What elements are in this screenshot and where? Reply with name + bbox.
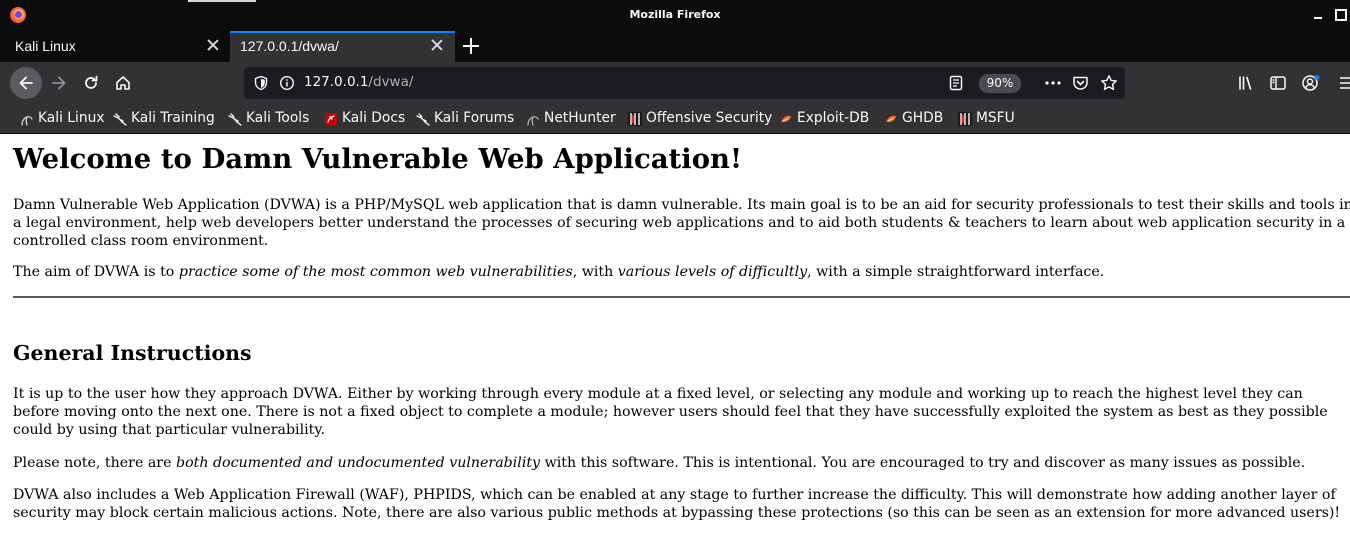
bookmark-label: Kali Training — [131, 110, 215, 126]
bookmark-label: GHDB — [902, 110, 944, 126]
aim-paragraph: The aim of DVWA is to practice some of t… — [13, 263, 1350, 281]
tab-label: Kali Linux — [15, 38, 76, 54]
note-emphasis: both documented and undocumented vulnera… — [176, 455, 541, 471]
aim-middle: , with — [572, 264, 618, 280]
site-info-icon[interactable] — [279, 75, 295, 91]
nethunter-icon — [527, 116, 539, 126]
section-divider — [13, 296, 1350, 298]
reload-icon — [85, 75, 98, 89]
general-instructions-heading: General Instructions — [13, 341, 252, 365]
bookmarks-toolbar: Kali Linux Kali Training Kali Tools Kali… — [0, 104, 1350, 134]
bookmark-label: NetHunter — [544, 110, 616, 126]
offsec-icon — [958, 112, 972, 126]
intro-paragraph: Damn Vulnerable Web Application (DVWA) i… — [13, 197, 1350, 249]
reader-view-icon[interactable] — [948, 75, 964, 91]
aim-emphasis-levels: various levels of difficultly — [617, 264, 808, 280]
offsec-icon — [628, 112, 642, 126]
kali-dragon-icon — [21, 116, 33, 126]
instructions-paragraph: It is up to the user how they approach D… — [13, 386, 1328, 438]
aim-suffix: , with a simple straightforward interfac… — [807, 264, 1105, 280]
minimize-window-button[interactable] — [1313, 8, 1325, 20]
note-paragraph: Please note, there are both documented a… — [13, 454, 1350, 472]
bookmark-label: Offensive Security — [646, 110, 773, 126]
account-avatar-icon[interactable] — [1301, 74, 1321, 92]
page-content: Welcome to Damn Vulnerable Web Applicati… — [0, 135, 1350, 555]
back-button[interactable] — [10, 67, 42, 99]
exploit-db-icon — [781, 115, 791, 123]
home-button[interactable] — [107, 67, 139, 99]
tab-kali-linux[interactable]: Kali Linux — [0, 31, 228, 62]
kali-dragon-icon — [113, 113, 127, 126]
pocket-icon[interactable] — [1072, 75, 1089, 91]
home-icon — [116, 76, 130, 90]
bookmark-label: Kali Forums — [434, 110, 515, 126]
bookmark-label: Kali Linux — [38, 110, 105, 126]
aim-emphasis-vulnerabilities: practice some of the most common web vul… — [178, 264, 573, 280]
bookmark-label: Exploit-DB — [797, 110, 870, 126]
note-suffix: with this software. This is intentional.… — [540, 455, 1306, 471]
arrow-left-icon — [19, 76, 33, 90]
title-bar: Mozilla Firefox — [0, 0, 1350, 31]
maximize-window-button[interactable] — [1334, 8, 1347, 21]
address-bar[interactable]: 127.0.0.1/dvwa/ 90% — [244, 67, 1125, 99]
tab-label: 127.0.0.1/dvwa/ — [240, 38, 339, 54]
forward-button[interactable] — [43, 67, 75, 99]
bookmark-star-icon[interactable] — [1100, 74, 1118, 92]
bookmark-label: Kali Tools — [246, 110, 310, 126]
tracking-protection-shield-icon[interactable] — [253, 75, 269, 91]
ghdb-icon — [886, 115, 896, 123]
url-text[interactable]: 127.0.0.1/dvwa/ — [304, 74, 413, 90]
bookmark-label: MSFU — [976, 110, 1015, 126]
sidebar-toggle-icon[interactable] — [1269, 74, 1287, 92]
new-tab-button[interactable] — [462, 37, 480, 55]
url-host: 127.0.0.1 — [304, 74, 369, 90]
kali-docs-icon — [325, 113, 337, 125]
bookmark-label: Kali Docs — [342, 110, 406, 126]
close-tab-icon[interactable] — [429, 37, 445, 53]
waf-paragraph: DVWA also includes a Web Application Fir… — [13, 487, 1341, 521]
reload-button[interactable] — [75, 67, 107, 99]
page-heading: Welcome to Damn Vulnerable Web Applicati… — [13, 143, 743, 175]
note-prefix: Please note, there are — [13, 455, 176, 471]
zoom-level-button[interactable]: 90% — [979, 74, 1021, 93]
kali-dragon-icon — [416, 113, 430, 126]
tab-dvwa[interactable]: 127.0.0.1/dvwa/ — [230, 31, 455, 62]
title-bar-accent — [188, 0, 256, 2]
aim-prefix: The aim of DVWA is to — [13, 264, 179, 280]
window-title: Mozilla Firefox — [629, 8, 721, 21]
library-icon[interactable] — [1237, 74, 1255, 92]
tab-strip: Kali Linux 127.0.0.1/dvwa/ — [0, 31, 1350, 62]
arrow-right-icon — [52, 76, 66, 90]
close-tab-icon[interactable] — [205, 37, 221, 53]
kali-dragon-icon — [228, 113, 242, 126]
page-actions-more-icon[interactable] — [1044, 75, 1062, 91]
url-path: /dvwa/ — [368, 74, 414, 90]
hamburger-menu-icon[interactable] — [1338, 74, 1350, 92]
